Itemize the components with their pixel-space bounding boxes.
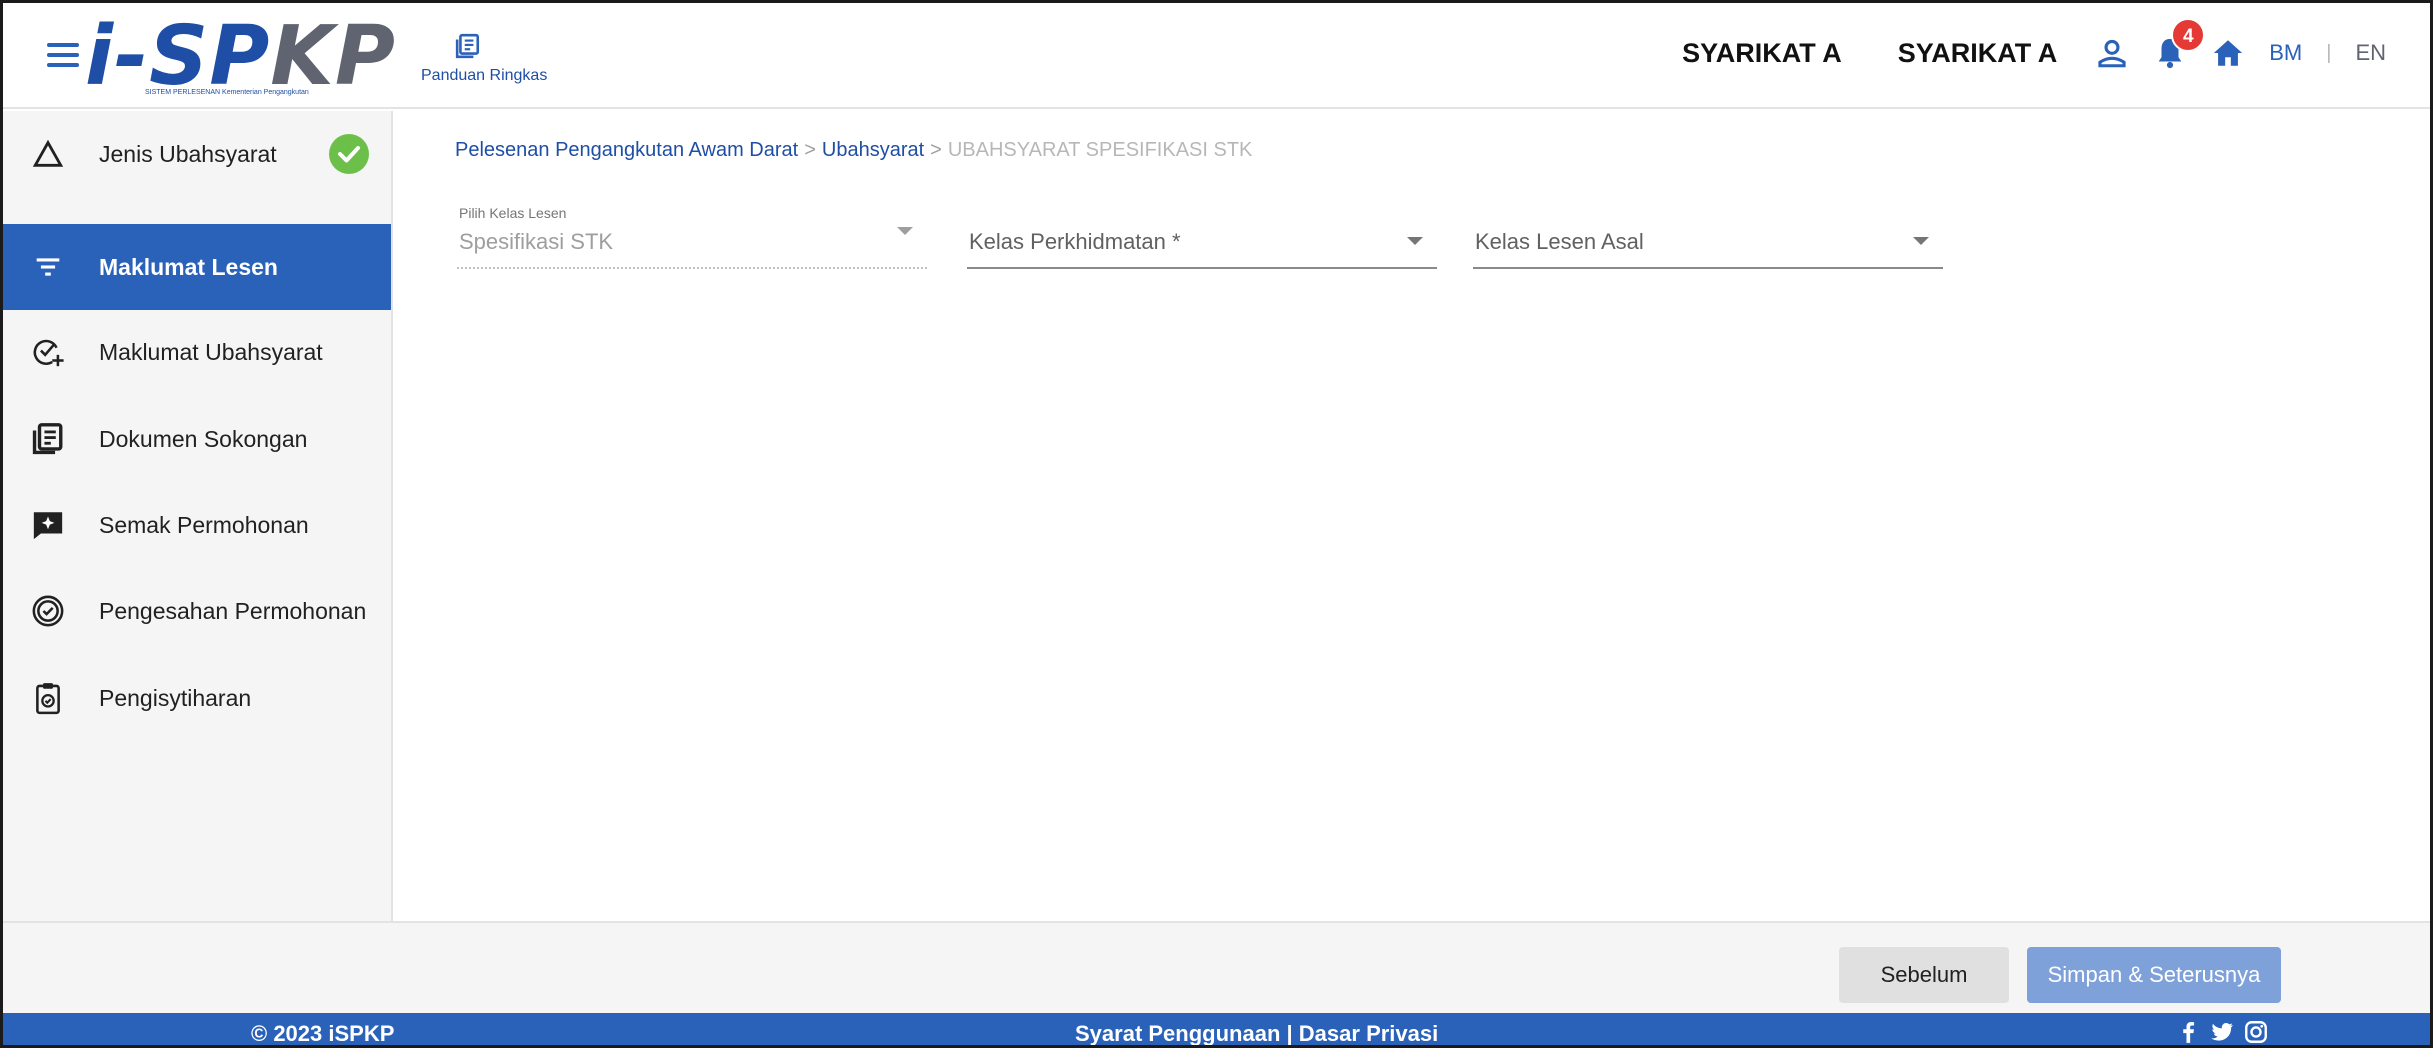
sidebar-item-maklumat-ubahsyarat[interactable]: Maklumat Ubahsyarat (3, 309, 391, 395)
user-profile-icon[interactable] (2095, 36, 2129, 70)
sidebar-item-label: Pengesahan Permohonan (99, 597, 367, 624)
kelas-perkhidmatan-placeholder: Kelas Perkhidmatan * (969, 229, 1181, 254)
sidebar-item-pengesahan-permohonan[interactable]: Pengesahan Permohonan (3, 568, 391, 654)
completed-check-icon (329, 134, 369, 174)
company-name: SYARIKAT A (1682, 37, 1842, 68)
kelas-lesen-asal-placeholder: Kelas Lesen Asal (1475, 229, 1644, 254)
language-bm-link[interactable]: BM (2269, 40, 2302, 66)
app-window: i-SPKP SISTEM PERLESENAN Kementerian Pen… (0, 0, 2433, 1048)
sidebar-item-jenis-ubahsyarat[interactable]: Jenis Ubahsyarat (3, 111, 391, 197)
chevron-down-icon (1913, 237, 1929, 245)
sidebar-item-semak-permohonan[interactable]: Semak Permohonan (3, 482, 391, 568)
sidebar-item-label: Semak Permohonan (99, 511, 309, 538)
clipboard-check-icon (36, 683, 60, 715)
notification-bell-icon[interactable]: 4 (2153, 18, 2206, 70)
document-list-icon (32, 423, 63, 455)
ispkp-logo: i-SPKP SISTEM PERLESENAN Kementerian Pen… (85, 9, 396, 104)
top-header: i-SPKP SISTEM PERLESENAN Kementerian Pen… (3, 3, 2430, 109)
sidebar-item-label: Dokumen Sokongan (99, 425, 308, 452)
review-chat-icon (33, 512, 63, 540)
language-en-link[interactable]: EN (2355, 40, 2386, 66)
home-icon[interactable] (2211, 36, 2245, 70)
sidebar-item-dokumen-sokongan[interactable]: Dokumen Sokongan (3, 396, 391, 482)
footer: © 2023 iSPKP Syarat Penggunaan | Dasar P… (3, 1013, 2430, 1046)
filter-list-icon (36, 258, 60, 276)
triangle-icon (32, 139, 64, 167)
notification-count-badge: 4 (2171, 18, 2206, 52)
language-separator: | (2326, 41, 2332, 64)
kelas-lesen-asal-select[interactable]: Kelas Lesen Asal (1473, 191, 1943, 271)
main-content: Pelesenan Pengangkutan Awam Darat > Ubahsy… (395, 111, 2430, 921)
copyright-text: © 2023 iSPKP (251, 1021, 395, 1046)
sidebar-item-maklumat-lesen[interactable]: Maklumat Lesen (3, 224, 391, 310)
twitter-icon[interactable] (2209, 1019, 2235, 1045)
sidebar-item-label: Pengisytiharan (99, 684, 252, 711)
verified-badge-icon (32, 595, 64, 627)
breadcrumb-current: UBAHSYARAT SPESIFIKASI STK (947, 139, 1253, 161)
facebook-icon[interactable] (2175, 1019, 2201, 1045)
chevron-down-icon (1407, 237, 1423, 245)
kelas-lesen-value: Spesifikasi STK (459, 229, 614, 254)
kelas-lesen-label: Pilih Kelas Lesen (459, 205, 567, 221)
breadcrumb-item-ubahsyarat[interactable]: Ubahsyarat (822, 139, 924, 161)
footer-links: Syarat Penggunaan | Dasar Privasi (1075, 1021, 1438, 1046)
instagram-icon[interactable] (2243, 1019, 2269, 1045)
action-bar: Sebelum Simpan & Seterusnya (3, 921, 2430, 1013)
quick-guide-link[interactable]: Panduan Ringkas (421, 33, 571, 85)
save-and-next-button[interactable]: Simpan & Seterusnya (2027, 947, 2281, 1003)
social-links (2175, 1019, 2269, 1045)
sidebar-item-pengisytiharan[interactable]: Pengisytiharan (3, 655, 391, 741)
footer-separator: | (1286, 1021, 1293, 1046)
step-sidebar: Jenis Ubahsyarat Maklumat Lesen Maklumat… (3, 111, 393, 921)
company-name-secondary: SYARIKAT A (1897, 37, 2058, 68)
breadcrumb: Pelesenan Pengangkutan Awam Darat > Ubahsy… (455, 139, 1252, 162)
breadcrumb-separator: > (804, 139, 816, 161)
sidebar-item-label: Jenis Ubahsyarat (99, 140, 277, 167)
privacy-link[interactable]: Dasar Privasi (1299, 1021, 1438, 1045)
breadcrumb-separator: > (930, 139, 942, 161)
sidebar-item-label: Maklumat Lesen (99, 253, 278, 280)
check-add-icon (33, 339, 64, 367)
kelas-perkhidmatan-select[interactable]: Kelas Perkhidmatan * (967, 191, 1437, 271)
chevron-down-icon (897, 227, 913, 235)
sidebar-item-label: Maklumat Ubahsyarat (99, 338, 323, 365)
breadcrumb-item-pelesenan[interactable]: Pelesenan Pengangkutan Awam Darat (455, 139, 798, 161)
hamburger-menu-icon[interactable] (47, 43, 79, 67)
guide-book-icon (455, 33, 480, 59)
header-right: SYARIKAT A SYARIKAT A 4 BM | EN (1682, 18, 2386, 73)
terms-link[interactable]: Syarat Penggunaan (1075, 1021, 1280, 1045)
kelas-lesen-select[interactable]: Pilih Kelas Lesen Spesifikasi STK (457, 191, 927, 271)
previous-button[interactable]: Sebelum (1839, 947, 2009, 1003)
quick-guide-label: Panduan Ringkas (421, 67, 548, 84)
